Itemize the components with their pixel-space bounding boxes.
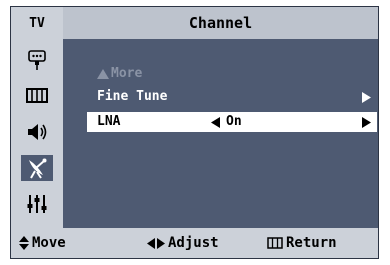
lna-label: LNA bbox=[97, 114, 121, 129]
fine-tune-label: Fine Tune bbox=[97, 89, 168, 104]
triangle-left-icon[interactable] bbox=[211, 116, 220, 128]
menu-header: TV Channel bbox=[11, 7, 378, 39]
lna-value-selector[interactable]: On bbox=[211, 112, 242, 132]
menu-item-fine-tune[interactable]: Fine Tune bbox=[87, 87, 377, 107]
sidebar bbox=[11, 39, 63, 228]
move-label: Move bbox=[32, 235, 66, 251]
up-down-arrow-icon bbox=[19, 236, 29, 250]
picture-icon[interactable] bbox=[21, 83, 53, 109]
menu-item-more: More bbox=[87, 64, 377, 84]
adjust-hint: Adjust bbox=[147, 228, 219, 258]
adjust-label: Adjust bbox=[168, 235, 219, 251]
left-right-arrow-icon bbox=[147, 237, 165, 249]
move-hint: Move bbox=[19, 228, 66, 258]
return-hint: Return bbox=[267, 228, 337, 258]
footer-hints: Move Adjust Return bbox=[11, 228, 378, 258]
return-label: Return bbox=[286, 235, 337, 251]
menu-item-more-label: More bbox=[97, 64, 142, 84]
osd-menu: TV Channel More Fine Tune LNA On Move Ad… bbox=[10, 6, 379, 259]
tv-label: TV bbox=[29, 15, 45, 31]
triangle-right-icon[interactable] bbox=[362, 117, 371, 128]
menu-icon bbox=[267, 237, 283, 249]
sound-icon[interactable] bbox=[21, 119, 53, 145]
lna-value: On bbox=[226, 114, 242, 129]
triangle-right-icon bbox=[362, 92, 371, 103]
menu-item-lna[interactable]: LNA On bbox=[87, 112, 377, 132]
menu-title: Channel bbox=[63, 7, 378, 39]
channel-antenna-icon[interactable] bbox=[21, 155, 53, 181]
menu-content: More Fine Tune LNA On bbox=[63, 39, 378, 228]
input-icon[interactable] bbox=[21, 47, 53, 73]
setup-icon[interactable] bbox=[21, 191, 53, 217]
more-label: More bbox=[111, 66, 143, 81]
triangle-up-icon bbox=[97, 69, 109, 79]
